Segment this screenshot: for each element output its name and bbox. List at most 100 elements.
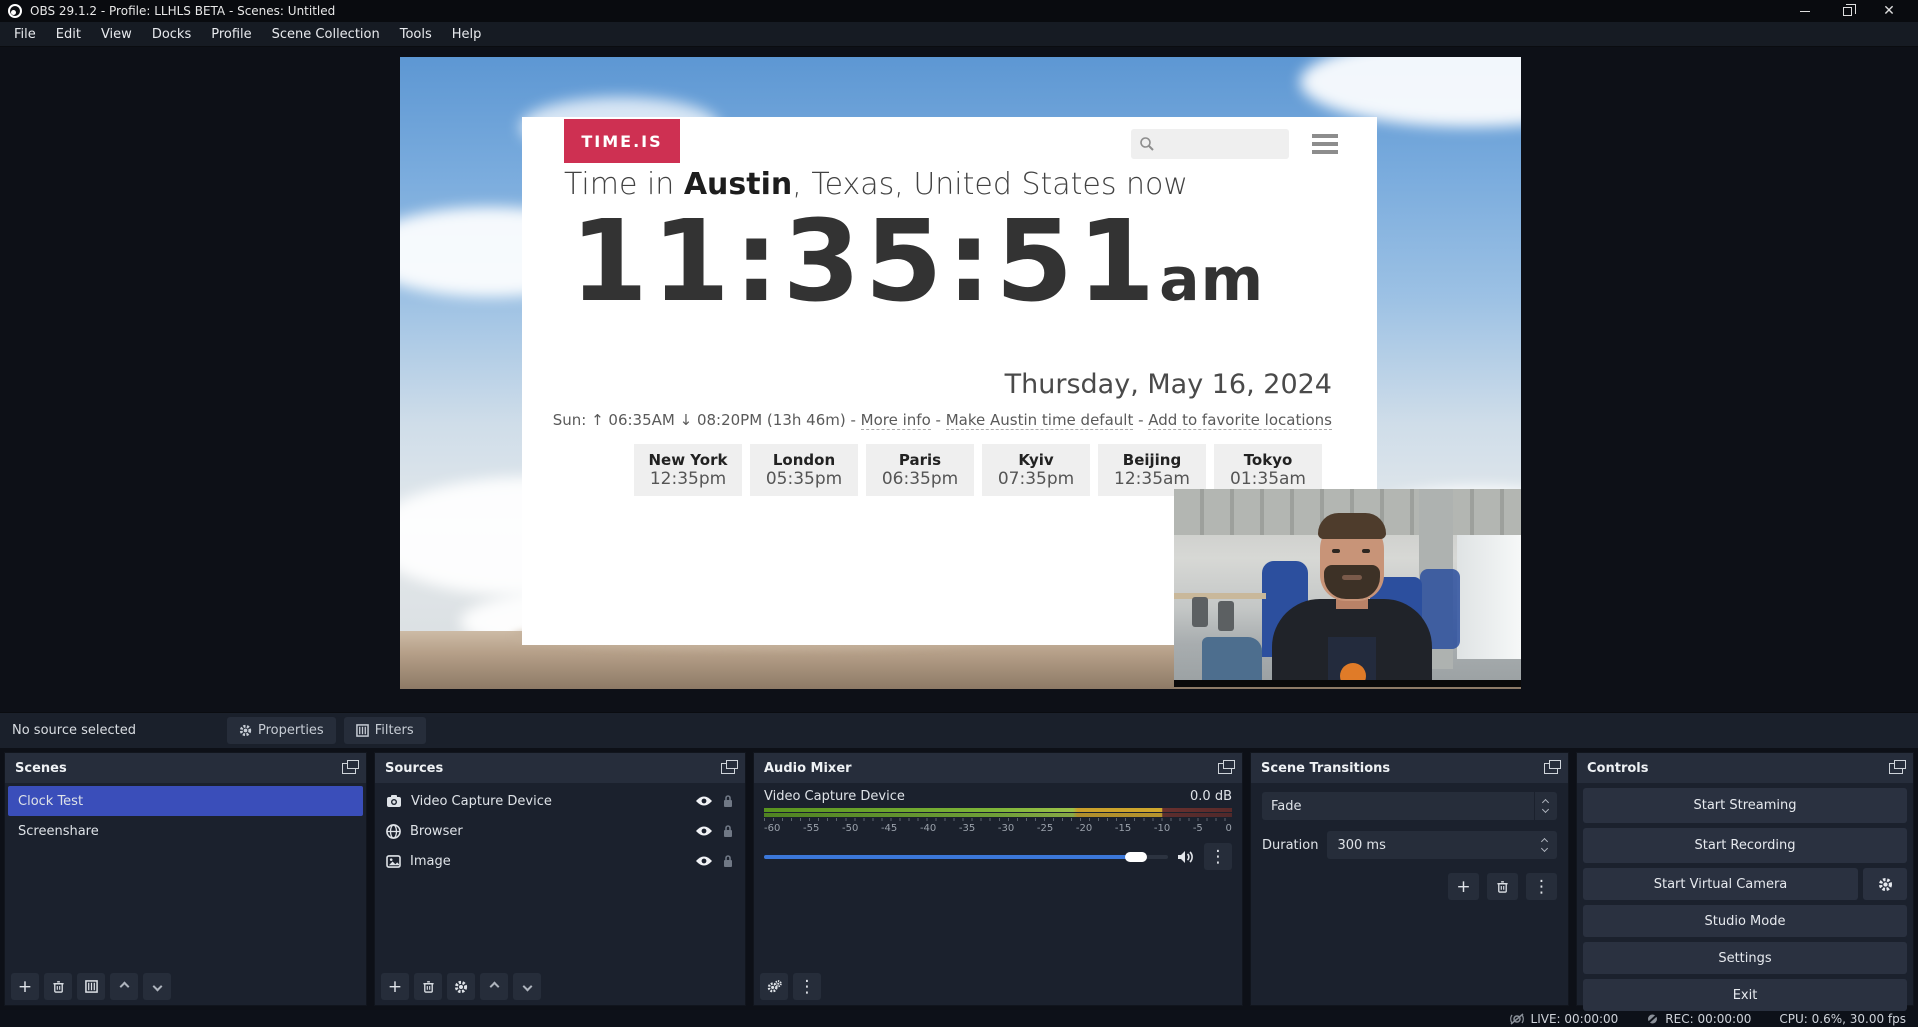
- menu-docks[interactable]: Docks: [142, 24, 201, 45]
- popout-icon[interactable]: [342, 763, 356, 774]
- live-time: LIVE: 00:00:00: [1531, 1012, 1619, 1026]
- source-item-video-capture[interactable]: Video Capture Device: [378, 786, 742, 816]
- city-card[interactable]: Kyiv 07:35pm: [982, 444, 1090, 496]
- lock-icon[interactable]: [722, 854, 734, 868]
- menu-file[interactable]: File: [4, 24, 46, 45]
- city-card[interactable]: New York 12:35pm: [634, 444, 742, 496]
- lock-icon[interactable]: [722, 824, 734, 838]
- clock-display: 11:35:51am: [570, 197, 1264, 327]
- scene-item-screenshare[interactable]: Screenshare: [8, 816, 363, 846]
- add-scene-button[interactable]: +: [11, 973, 39, 1000]
- scene-transitions-header[interactable]: Scene Transitions: [1251, 753, 1568, 783]
- chevron-up-icon: [119, 982, 129, 992]
- mixer-channel-name: Video Capture Device: [764, 789, 905, 804]
- eye-icon[interactable]: [695, 855, 713, 867]
- chevron-down-icon: [152, 982, 162, 992]
- scene-up-button[interactable]: [110, 973, 138, 1000]
- obs-logo-icon: [8, 4, 22, 18]
- gear-icon: [454, 980, 468, 994]
- clock-ampm: am: [1159, 245, 1264, 315]
- menu-view[interactable]: View: [91, 24, 142, 45]
- advanced-audio-button[interactable]: [760, 973, 788, 1000]
- source-item-image[interactable]: Image: [378, 846, 742, 876]
- volume-slider[interactable]: [764, 855, 1168, 859]
- filters-icon: [85, 980, 98, 993]
- popout-icon[interactable]: [1218, 763, 1232, 774]
- controls-header[interactable]: Controls: [1577, 753, 1913, 783]
- exit-button[interactable]: Exit: [1583, 979, 1907, 1011]
- eye-icon[interactable]: [695, 795, 713, 807]
- scene-filters-button[interactable]: [77, 973, 105, 1000]
- controls-panel: Controls Start Streaming Start Recording…: [1576, 752, 1914, 1006]
- source-toolbar: No source selected Properties Filters: [0, 712, 1918, 748]
- virtual-camera-settings-button[interactable]: [1863, 868, 1907, 900]
- audio-mixer-panel: Audio Mixer Video Capture Device 0.0 dB …: [753, 752, 1243, 1006]
- add-transition-button[interactable]: +: [1448, 873, 1479, 900]
- chevron-up-icon: [489, 982, 499, 992]
- webcam-source[interactable]: [1174, 489, 1521, 687]
- settings-button[interactable]: Settings: [1583, 942, 1907, 974]
- source-down-button[interactable]: [513, 973, 541, 1000]
- duration-input[interactable]: 300 ms: [1327, 831, 1557, 859]
- source-up-button[interactable]: [480, 973, 508, 1000]
- scene-item-clock-test[interactable]: Clock Test: [8, 786, 363, 816]
- speaker-icon[interactable]: [1177, 849, 1195, 865]
- timeis-logo: TIME.IS: [564, 119, 680, 163]
- menu-bar: File Edit View Docks Profile Scene Colle…: [0, 22, 1918, 47]
- start-streaming-button[interactable]: Start Streaming: [1583, 788, 1907, 823]
- menu-scene-collection[interactable]: Scene Collection: [262, 24, 390, 45]
- site-search-input[interactable]: [1131, 129, 1289, 159]
- dock-row: Scenes Clock Test Screenshare +: [0, 748, 1918, 1010]
- menu-profile[interactable]: Profile: [201, 24, 261, 45]
- start-virtual-camera-button[interactable]: Start Virtual Camera: [1583, 868, 1858, 900]
- eye-icon[interactable]: [695, 825, 713, 837]
- trash-icon: [52, 980, 65, 993]
- make-default-link[interactable]: Make Austin time default: [946, 411, 1134, 430]
- city-card[interactable]: Paris 06:35pm: [866, 444, 974, 496]
- program-canvas[interactable]: TIME.IS Time in Austin, Texas, United St…: [400, 57, 1521, 689]
- record-inactive-icon: [1646, 1013, 1659, 1025]
- source-item-browser[interactable]: Browser: [378, 816, 742, 846]
- spinner-arrows-icon[interactable]: [1534, 831, 1547, 859]
- remove-source-button[interactable]: [414, 973, 442, 1000]
- transition-select[interactable]: Fade: [1262, 792, 1557, 820]
- minimize-button[interactable]: [1784, 0, 1826, 22]
- image-icon: [386, 855, 401, 868]
- studio-mode-button[interactable]: Studio Mode: [1583, 905, 1907, 937]
- menu-help[interactable]: Help: [442, 24, 492, 45]
- popout-icon[interactable]: [1889, 763, 1903, 774]
- sources-header[interactable]: Sources: [375, 753, 745, 783]
- remove-scene-button[interactable]: [44, 973, 72, 1000]
- menu-edit[interactable]: Edit: [46, 24, 91, 45]
- city-card[interactable]: London 05:35pm: [750, 444, 858, 496]
- popout-icon[interactable]: [1544, 763, 1558, 774]
- gear-icon: [239, 724, 252, 737]
- sun-info-line: Sun: ↑ 06:35AM ↓ 08:20PM (13h 46m) - Mor…: [553, 411, 1332, 429]
- mixer-channel-menu-button[interactable]: ⋮: [1204, 843, 1232, 870]
- popout-icon[interactable]: [721, 763, 735, 774]
- scene-down-button[interactable]: [143, 973, 171, 1000]
- remove-transition-button[interactable]: [1487, 873, 1518, 900]
- add-source-button[interactable]: +: [381, 973, 409, 1000]
- lock-icon[interactable]: [722, 794, 734, 808]
- transition-properties-button[interactable]: ⋮: [1526, 873, 1557, 900]
- properties-button[interactable]: Properties: [227, 717, 336, 744]
- source-properties-button[interactable]: [447, 973, 475, 1000]
- close-button[interactable]: ✕: [1868, 0, 1910, 22]
- restore-button[interactable]: [1826, 0, 1868, 22]
- more-info-link[interactable]: More info: [861, 411, 931, 430]
- filters-button[interactable]: Filters: [344, 717, 426, 744]
- mixer-menu-button[interactable]: ⋮: [793, 973, 821, 1000]
- scenes-header[interactable]: Scenes: [5, 753, 366, 783]
- audio-mixer-header[interactable]: Audio Mixer: [754, 753, 1242, 783]
- menu-tools[interactable]: Tools: [390, 24, 442, 45]
- duration-value: 300 ms: [1337, 838, 1385, 853]
- duration-label: Duration: [1262, 838, 1318, 853]
- transition-value: Fade: [1271, 799, 1302, 814]
- start-recording-button[interactable]: Start Recording: [1583, 828, 1907, 863]
- cpu-fps-stats: CPU: 0.6%, 30.00 fps: [1779, 1012, 1906, 1026]
- add-favorite-link[interactable]: Add to favorite locations: [1148, 411, 1332, 430]
- search-icon: [1139, 136, 1155, 152]
- hamburger-menu-icon[interactable]: [1312, 134, 1338, 154]
- volume-slider-handle[interactable]: [1125, 852, 1147, 862]
